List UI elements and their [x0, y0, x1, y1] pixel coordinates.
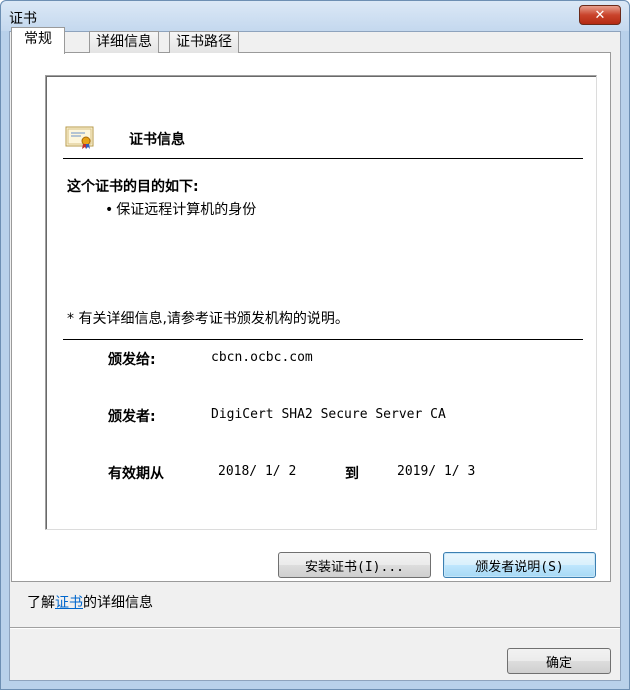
purpose-item: • 保证远程计算机的身份 — [105, 199, 256, 219]
valid-from-value: 2018/ 1/ 2 — [218, 464, 297, 479]
certificate-info-box — [45, 75, 597, 530]
ok-button[interactable]: 确定 — [507, 648, 611, 674]
valid-from-label: 有效期从 — [108, 466, 164, 482]
learn-suffix: 的详细信息 — [83, 595, 153, 611]
tab-general[interactable]: 常规 — [11, 27, 65, 54]
title-bar: 证书 ✕ — [1, 1, 629, 31]
learn-more-text: 了解证书的详细信息 — [27, 592, 153, 612]
footer-separator — [10, 627, 620, 628]
header-divider — [63, 158, 583, 159]
certificate-dialog: 证书 ✕ 常规 详细信息 证书路径 证书信息 这个证书的目的如下: • 保证远程计… — [0, 0, 630, 690]
install-certificate-button[interactable]: 安装证书(I)... — [278, 552, 431, 578]
learn-prefix: 了解 — [27, 595, 55, 611]
issued-by-label: 颁发者: — [108, 409, 156, 425]
window-title: 证书 — [9, 11, 37, 27]
purpose-text: 保证远程计算机的身份 — [116, 202, 257, 218]
bullet-icon: • — [105, 202, 114, 218]
details-divider — [63, 339, 583, 340]
certificate-link[interactable]: 证书 — [55, 595, 83, 611]
tab-details[interactable]: 详细信息 — [89, 31, 159, 53]
valid-to-value: 2019/ 1/ 3 — [397, 464, 476, 479]
issued-to-value: cbcn.ocbc.com — [211, 350, 313, 365]
valid-to-label: 到 — [345, 466, 359, 482]
certificate-icon — [65, 126, 94, 149]
purpose-heading: 这个证书的目的如下: — [67, 179, 199, 195]
tab-cert-path[interactable]: 证书路径 — [169, 31, 239, 53]
close-icon: ✕ — [594, 7, 606, 23]
certificate-info-heading: 证书信息 — [129, 132, 185, 148]
issued-to-label: 颁发给: — [108, 352, 156, 368]
close-button[interactable]: ✕ — [579, 5, 621, 25]
issuer-note: * 有关详细信息,请参考证书颁发机构的说明。 — [67, 311, 349, 327]
issued-by-value: DigiCert SHA2 Secure Server CA — [211, 407, 446, 422]
issuer-statement-button[interactable]: 颁发者说明(S) — [443, 552, 596, 578]
